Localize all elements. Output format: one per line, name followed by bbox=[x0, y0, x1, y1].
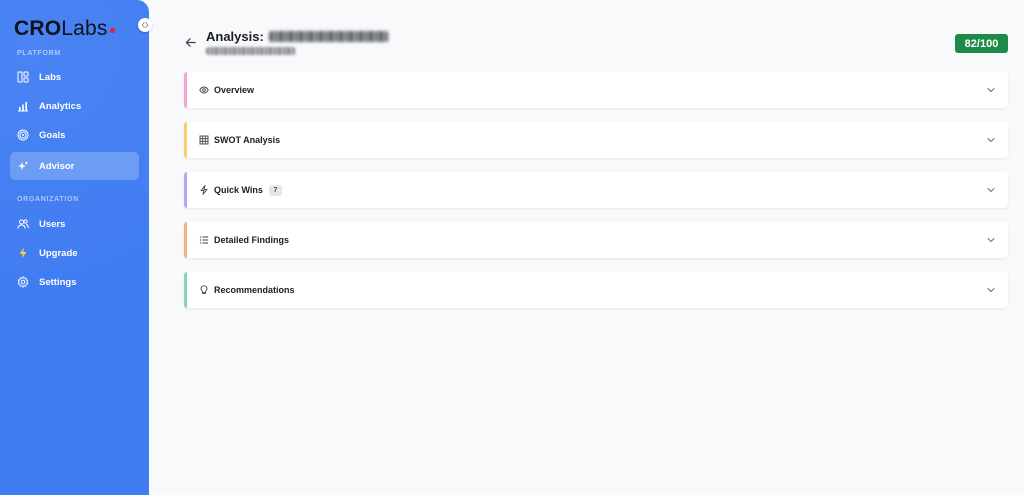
panel-detailed-findings[interactable]: Detailed Findings bbox=[184, 222, 1008, 258]
chevron-down-icon[interactable] bbox=[986, 185, 996, 195]
sidebar-item-advisor[interactable]: Advisor bbox=[10, 152, 139, 180]
sidebar-item-label: Labs bbox=[39, 71, 62, 83]
panel-accent bbox=[184, 122, 187, 158]
panel-accent bbox=[184, 272, 187, 308]
lightning-icon bbox=[17, 247, 29, 259]
panel-recommendations[interactable]: Recommendations bbox=[184, 272, 1008, 308]
panel-accent bbox=[184, 222, 187, 258]
bar-chart-icon bbox=[17, 100, 29, 112]
sidebar: CRO Labs PLATFORM Labs Analytics Goals A… bbox=[0, 0, 152, 495]
redacted-title bbox=[268, 31, 389, 42]
sidebar-item-upgrade[interactable]: Upgrade bbox=[10, 239, 139, 267]
score-badge: 82/100 bbox=[955, 34, 1008, 53]
app-root: CRO Labs PLATFORM Labs Analytics Goals A… bbox=[0, 0, 1024, 495]
back-arrow-icon[interactable] bbox=[184, 36, 197, 49]
sidebar-collapse-button[interactable] bbox=[138, 18, 152, 32]
section-label-platform: PLATFORM bbox=[17, 50, 61, 57]
sidebar-item-label: Goals bbox=[39, 129, 66, 141]
users-icon bbox=[17, 218, 29, 230]
page-title: Analysis: bbox=[206, 29, 389, 44]
grid-icon bbox=[199, 135, 209, 145]
panel-overview[interactable]: Overview bbox=[184, 72, 1008, 108]
eye-icon bbox=[199, 85, 209, 95]
panel-quick-wins[interactable]: Quick Wins 7 bbox=[184, 172, 1008, 208]
panel-label: Quick Wins bbox=[214, 185, 263, 195]
lightning-icon bbox=[199, 185, 209, 195]
target-icon bbox=[17, 129, 29, 141]
panel-label: Overview bbox=[214, 85, 255, 95]
redacted-subtitle bbox=[206, 47, 296, 55]
sidebar-item-label: Analytics bbox=[39, 100, 82, 112]
lightbulb-icon bbox=[199, 285, 209, 295]
sparkles-icon bbox=[17, 160, 29, 172]
logo-bold-text: CRO bbox=[14, 17, 62, 40]
page-title-prefix: Analysis: bbox=[206, 29, 264, 44]
chevron-down-icon[interactable] bbox=[986, 235, 996, 245]
panel-swot-analysis[interactable]: SWOT Analysis bbox=[184, 122, 1008, 158]
chevron-down-icon[interactable] bbox=[986, 285, 996, 295]
logo-light-text: Labs bbox=[61, 17, 108, 40]
sidebar-item-label: Advisor bbox=[39, 160, 75, 172]
gear-icon bbox=[17, 276, 29, 288]
sidebar-item-label: Upgrade bbox=[39, 247, 78, 259]
sidebar-item-settings[interactable]: Settings bbox=[10, 268, 139, 296]
panel-accent bbox=[184, 72, 187, 108]
logo-dot bbox=[109, 28, 115, 33]
chevron-down-icon[interactable] bbox=[986, 85, 996, 95]
panel-label: Recommendations bbox=[214, 285, 295, 295]
panel-label: Detailed Findings bbox=[214, 235, 290, 245]
panel-label: SWOT Analysis bbox=[214, 135, 281, 145]
panel-accent bbox=[184, 172, 187, 208]
section-label-organization: ORGANIZATION bbox=[17, 196, 79, 203]
sidebar-item-users[interactable]: Users bbox=[10, 210, 139, 238]
chevron-down-icon[interactable] bbox=[986, 135, 996, 145]
list-icon bbox=[199, 235, 209, 245]
layout-icon bbox=[17, 71, 29, 83]
sidebar-item-goals[interactable]: Goals bbox=[10, 121, 139, 149]
sidebar-item-label: Users bbox=[39, 218, 66, 230]
collapse-arrows-icon bbox=[141, 22, 149, 28]
sidebar-item-label: Settings bbox=[39, 276, 77, 288]
sidebar-item-analytics[interactable]: Analytics bbox=[10, 92, 139, 120]
sidebar-item-labs[interactable]: Labs bbox=[10, 63, 139, 91]
count-badge: 7 bbox=[268, 184, 282, 196]
brand-logo[interactable]: CRO Labs bbox=[14, 16, 115, 42]
